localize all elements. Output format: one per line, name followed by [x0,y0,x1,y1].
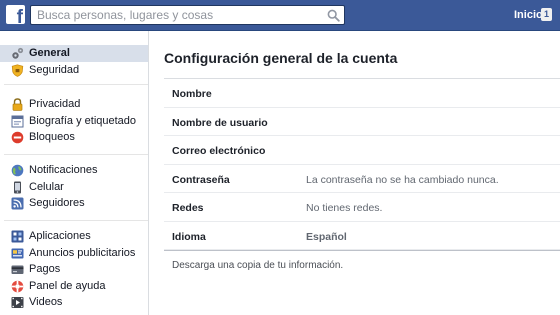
sidebar-item-help[interactable]: Panel de ayuda [0,278,148,295]
setting-label: Contraseña [172,173,230,186]
shield-icon [11,63,24,77]
search-button[interactable] [327,9,340,22]
download-info-link[interactable]: Descarga una copia de tu información. [172,260,343,271]
timeline-icon [11,115,24,127]
sidebar-item-label: Biografía y etiquetado [29,114,137,127]
sidebar-item-label: Seguidores [29,197,85,209]
setting-label: Nombre de usuario [172,116,268,129]
home-link[interactable]: Inicio [514,9,543,21]
sidebar-divider [4,154,148,155]
settings-row-name[interactable]: Nombre [164,79,560,108]
search-box [30,5,345,25]
apps-icon [11,230,24,243]
setting-label: Correo electrónico [172,145,266,157]
setting-value: No tienes redes. [306,202,383,214]
page-title: Configuración general de la cuenta [164,50,398,66]
sidebar-group-apps: Aplicaciones Anuncios publicitarios Pago… [0,228,148,311]
facebook-logo-letter: f [16,7,23,28]
table-bottom-divider [164,250,560,251]
sidebar-divider [4,84,148,85]
sidebar-item-payments[interactable]: Pagos [0,261,148,278]
sidebar-item-general[interactable]: General [0,45,148,62]
setting-label: Idioma [172,230,206,243]
facebook-logo[interactable]: f [6,5,25,28]
sidebar-group-notifications: Notificaciones Celular Seguidores [0,162,148,212]
setting-label: Nombre [172,88,212,100]
setting-value: Español [306,230,347,243]
sidebar-group-account: General Seguridad [0,45,148,78]
sidebar-item-label: Celular [29,180,64,193]
sidebar-divider [4,220,148,221]
sidebar-item-followers[interactable]: Seguidores [0,195,148,212]
sidebar-item-videos[interactable]: Videos [0,294,148,311]
settings-row-email[interactable]: Correo electrónico [164,136,560,165]
sidebar-item-blocking[interactable]: Bloqueos [0,129,148,146]
sidebar-item-label: Anuncios publicitarios [29,246,136,259]
sidebar-item-label: Notificaciones [29,164,98,176]
globe-icon [11,164,24,177]
sidebar-item-security[interactable]: Seguridad [0,62,148,79]
help-icon [11,280,24,292]
sidebar-item-mobile[interactable]: Celular [0,179,148,196]
sidebar-item-label: Seguridad [29,63,80,76]
settings-row-language[interactable]: Idioma Español [164,222,560,250]
sidebar-item-label: Privacidad [29,98,81,110]
block-icon [11,131,24,144]
ads-icon [11,248,24,258]
sidebar-item-label: Panel de ayuda [29,279,106,292]
sidebar-group-privacy: Privacidad Biografía y etiquetado Bloque… [0,96,148,146]
video-icon [11,297,24,308]
magnifier-icon [327,9,340,22]
notification-count-badge[interactable]: 1 [541,8,552,21]
top-navigation-bar: f Inicio 1 [0,0,560,31]
settings-row-networks[interactable]: Redes No tienes redes. [164,193,560,222]
settings-table: Nombre Nombre de usuario Correo electrón… [164,79,560,250]
settings-sidebar: General Seguridad Privacidad Biografía y… [0,31,149,315]
payments-icon [11,265,24,274]
rss-icon [11,197,24,210]
search-input[interactable] [31,6,321,24]
sidebar-item-timeline[interactable]: Biografía y etiquetado [0,113,148,130]
sidebar-item-ads[interactable]: Anuncios publicitarios [0,245,148,262]
settings-row-username[interactable]: Nombre de usuario [164,108,560,136]
sidebar-item-label: Pagos [29,263,61,275]
lock-icon [12,98,23,111]
setting-value: La contraseña no se ha cambiado nunca. [306,173,499,186]
gear-icon [12,47,24,59]
phone-icon [14,181,21,193]
sidebar-item-apps[interactable]: Aplicaciones [0,228,148,245]
general-settings-panel: Configuración general de la cuenta Nombr… [149,31,560,315]
setting-label: Redes [172,202,204,214]
sidebar-item-privacy[interactable]: Privacidad [0,96,148,113]
sidebar-item-label: Videos [29,296,63,308]
sidebar-item-label: General [29,47,70,59]
sidebar-item-label: Bloqueos [29,131,75,143]
sidebar-item-label: Aplicaciones [29,230,91,242]
sidebar-item-notifications[interactable]: Notificaciones [0,162,148,179]
settings-row-password[interactable]: Contraseña La contraseña no se ha cambia… [164,165,560,193]
